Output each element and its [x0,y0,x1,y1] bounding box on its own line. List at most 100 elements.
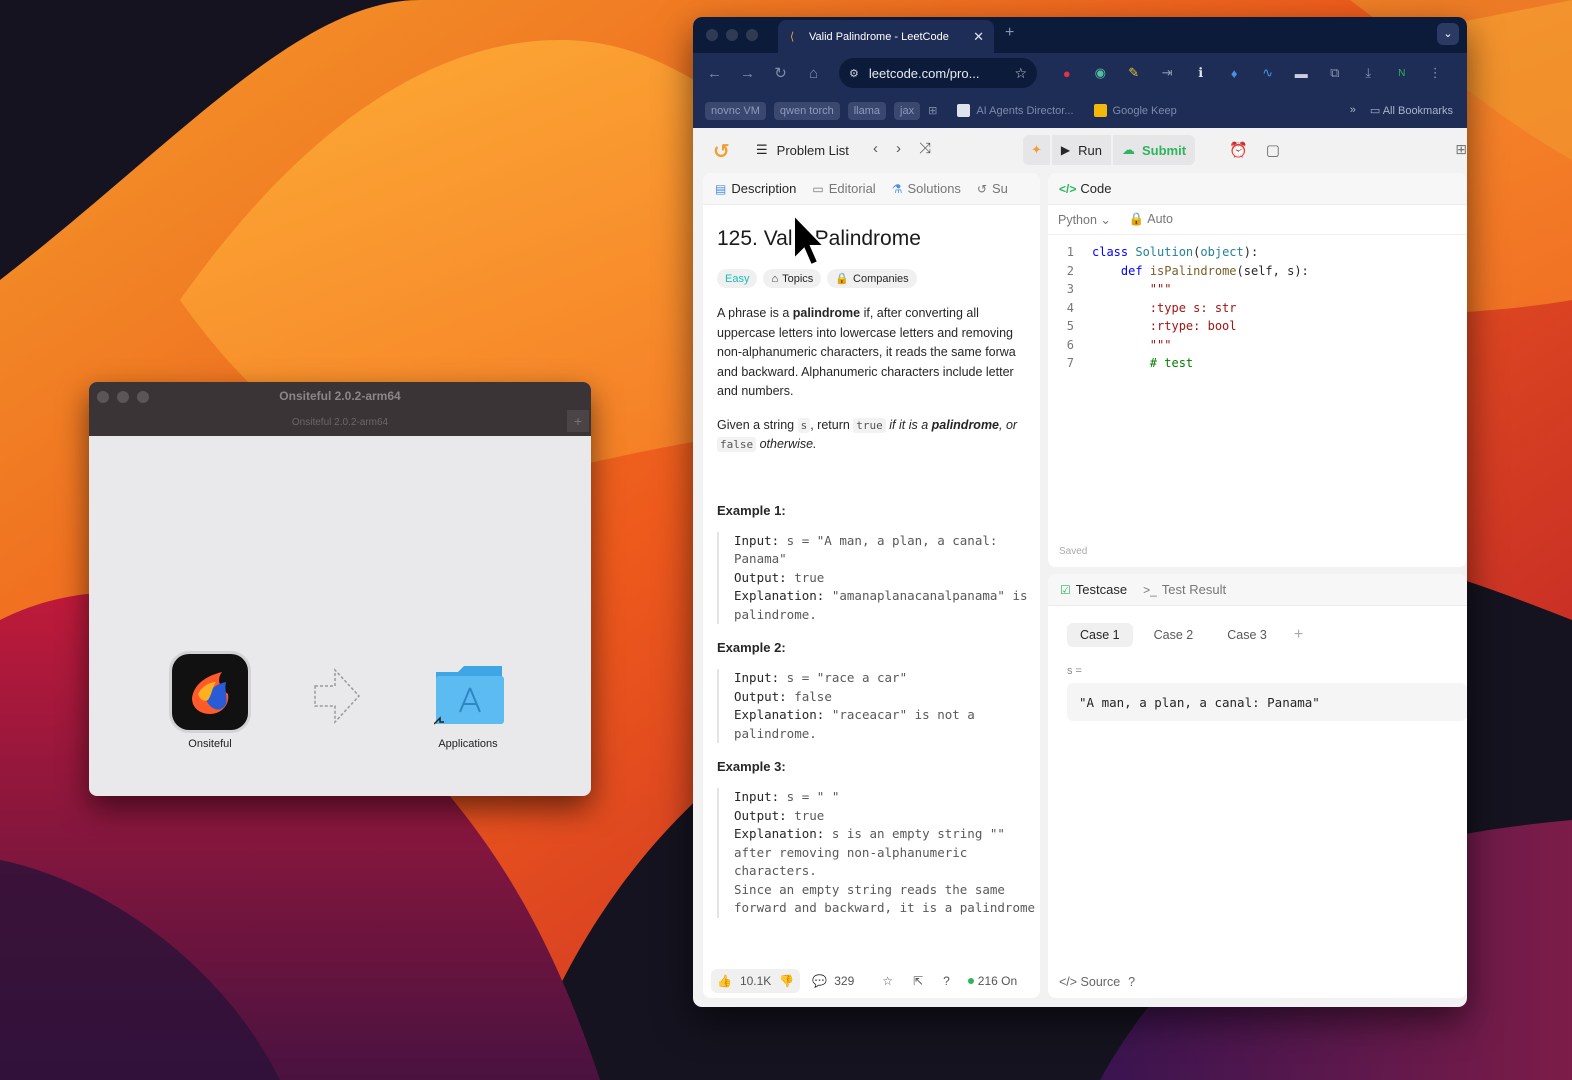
ext-globe-icon[interactable]: ◉ [1084,65,1118,81]
ext-arrow-icon[interactable]: ⇥ [1151,65,1185,81]
tab-search-button[interactable]: ⌄ [1437,23,1459,45]
comments-button[interactable]: 💬 329 [812,974,854,988]
auto-mode[interactable]: 🔒 Auto [1129,212,1173,227]
bookmarks-more-icon[interactable]: » [1350,104,1356,117]
language-select[interactable]: Python ⌄ [1058,212,1111,227]
onsiteful-app-icon[interactable] [172,654,248,730]
help-icon[interactable]: ? [943,974,950,988]
code-editor[interactable]: 1 class Solution(object): 2 def isPalindro… [1048,243,1467,373]
bookmark-star-icon[interactable]: ☆ [1014,65,1027,82]
close-tab-icon[interactable]: ✕ [973,29,984,45]
code-text: """ [1092,337,1172,352]
favorite-icon[interactable]: ☆ [882,974,893,988]
example-line: Input: s = "race a car" [734,669,1040,688]
example-line: palindrome. [734,606,1040,625]
likes-count: 10.1K [739,974,772,988]
timer-icon[interactable]: ⏰ [1229,141,1248,159]
text-bold: palindrome [792,306,861,320]
example-value: after removing non-alphanumeric [734,844,968,860]
tab-solutions[interactable]: ⚗ Solutions [892,181,961,196]
notes-icon[interactable]: ▢ [1266,141,1280,159]
layout-icon[interactable]: ⊞ [1455,141,1467,158]
tab-editorial[interactable]: ▭ Editorial [812,181,875,196]
menu-kebab-icon[interactable]: ⋮ [1419,65,1453,81]
debug-icon[interactable]: ✦ [1023,135,1050,165]
reload-icon[interactable]: ↻ [764,64,797,82]
help-icon[interactable]: ? [1128,975,1135,989]
case-3-button[interactable]: Case 3 [1214,623,1280,647]
add-icon[interactable]: + [567,410,589,432]
code-text: :type s: str [1092,300,1237,315]
home-icon[interactable]: ⌂ [797,65,830,82]
back-icon[interactable]: ← [698,65,731,82]
tab-submissions[interactable]: ↺ Su [977,181,1008,196]
ext-print-icon[interactable]: ▬ [1285,66,1319,81]
line-number: 7 [1066,356,1074,371]
browser-tab[interactable]: ⟨ Valid Palindrome - LeetCode ✕ [778,20,994,53]
example-block: Input: s = "race a car" Output: false Expl… [717,669,1040,743]
language-label: Python [1058,213,1097,227]
bookmark-novnc[interactable]: novnc VM [705,101,766,120]
ext-info-icon[interactable]: ℹ [1184,65,1218,81]
mouse-cursor-icon [793,213,822,267]
bookmark-llama[interactable]: llama [847,101,887,120]
installer-titlebar[interactable]: Onsiteful 2.0.2-arm64 Onsiteful 2.0.2-ar… [89,382,591,436]
bookmark-qwen-torch[interactable]: qwen torch [773,101,840,120]
share-icon[interactable]: ⇱ [913,974,923,988]
line-number: 1 [1066,245,1074,260]
minimize-dot[interactable] [726,29,738,41]
bookmark-google-keep[interactable]: Google Keep [1093,104,1177,117]
apps-grid-icon[interactable]: ⊞ [928,104,937,117]
ext-pen-icon[interactable]: ✎ [1117,65,1151,81]
submit-label: Submit [1142,142,1187,158]
example-value: "amanaplanacanalpanama" is [824,588,1028,603]
installer-body: Onsiteful Applications [89,436,591,796]
tab-test-result[interactable]: >_ Test Result [1143,582,1226,597]
problem-list-link[interactable]: ☰ Problem List [756,142,849,158]
submit-button[interactable]: ☁ Submit [1113,135,1196,165]
tab-testcase[interactable]: ☑ Testcase [1060,582,1127,597]
example-value: false [786,688,832,704]
source-button[interactable]: </> Source [1059,975,1120,989]
extensions-puzzle-icon[interactable]: ⧉ [1318,65,1352,81]
document-icon: ▤ [715,181,727,196]
thumbs-down-icon[interactable]: 👎 [779,974,794,988]
example-value: forward and backward, it is a palindrome [734,900,1036,915]
online-label: 216 On [977,974,1018,988]
add-case-icon[interactable]: + [1294,626,1303,644]
bookmark-ai-agents[interactable]: AI Agents Director... [957,104,1074,117]
example-line: Output: true [734,807,1040,826]
all-bookmarks[interactable]: ▭ All Bookmarks [1370,104,1453,117]
param-value-input[interactable]: "A man, a plan, a canal: Panama" [1067,683,1467,721]
ext-wave-icon[interactable]: ∿ [1251,65,1285,81]
tab-description[interactable]: ▤ Description [715,181,796,196]
forward-icon[interactable]: → [731,65,764,82]
case-1-button[interactable]: Case 1 [1067,623,1133,647]
case-2-button[interactable]: Case 2 [1141,623,1207,647]
download-icon[interactable]: ⤓ [1352,65,1386,81]
thumbs-up-icon[interactable]: 👍 [717,974,732,988]
address-bar[interactable]: ⚙ leetcode.com/pro... ☆ [839,58,1037,88]
topics-chip[interactable]: ⌂ Topics [763,269,822,288]
text: and backward. Alphanumeric characters in… [717,364,1014,379]
next-problem-icon[interactable]: › [896,140,901,157]
leetcode-logo-icon[interactable]: ↺ [713,139,730,164]
new-tab-button[interactable]: + [1005,24,1014,42]
ext-pin-icon[interactable]: ♦ [1218,66,1252,81]
ext-record-icon[interactable]: ● [1050,66,1084,81]
applications-folder-icon[interactable] [434,662,506,732]
inline-code: false [717,437,757,452]
code-tab[interactable]: </> Code [1048,173,1467,205]
line-number: 6 [1066,337,1074,352]
profile-avatar-icon[interactable]: N [1385,68,1419,79]
example-line: palindrome. [734,725,1040,744]
close-dot[interactable] [706,29,718,41]
run-button[interactable]: ▶ Run [1051,135,1111,165]
site-settings-icon[interactable]: ⚙ [849,67,859,80]
random-problem-icon[interactable]: ⤨ [919,140,931,157]
zoom-dot[interactable] [746,29,758,41]
tab-label: Editorial [828,181,876,196]
companies-chip[interactable]: 🔒 Companies [827,269,917,288]
prev-problem-icon[interactable]: ‹ [873,140,878,157]
bookmark-jax[interactable]: jax [894,101,921,120]
